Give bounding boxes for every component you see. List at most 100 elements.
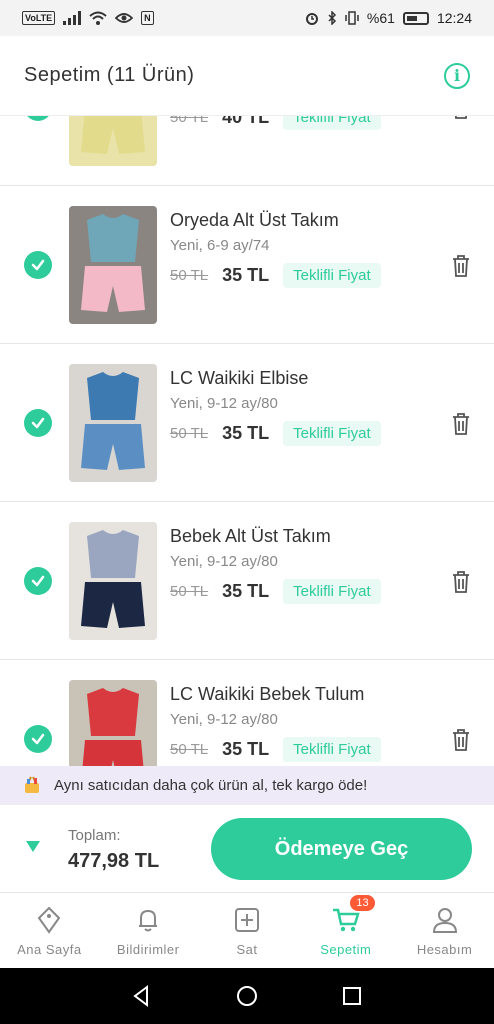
recents-icon[interactable] <box>340 984 364 1008</box>
product-condition-size: Yeni, 9-12 ay/80 <box>170 395 278 412</box>
product-image[interactable] <box>69 680 157 766</box>
product-image[interactable] <box>69 206 157 324</box>
nav-notifications-label: Bildirimler <box>116 942 180 957</box>
product-image[interactable] <box>69 116 157 166</box>
checkout-bar: Toplam: 477,98 TL Ödemeye Geç <box>0 804 494 892</box>
nav-home-label: Ana Sayfa <box>17 942 82 957</box>
new-price: 35 TL <box>222 739 270 759</box>
chevron-down-icon[interactable] <box>26 841 40 852</box>
trash-icon[interactable] <box>450 570 472 594</box>
offer-badge: Teklifli Fiyat <box>283 116 381 130</box>
checkout-button[interactable]: Ödemeye Geç <box>211 818 472 880</box>
nav-notifications[interactable]: Bildirimler <box>99 893 198 968</box>
product-image[interactable] <box>69 364 157 482</box>
bluetooth-icon <box>328 11 336 25</box>
photo-top <box>87 372 139 420</box>
product-condition-size: Yeni, 6-9 ay/74 <box>170 237 270 254</box>
old-price: 50 TL <box>170 741 209 758</box>
nfc-icon: N <box>141 11 154 25</box>
product-condition-size: Yeni, 9-12 ay/80 <box>170 553 278 570</box>
trash-icon[interactable] <box>450 116 472 120</box>
cart-item[interactable]: 50 TL 40 TL Teklifli Fiyat <box>0 116 494 186</box>
vibrate-icon <box>345 11 359 25</box>
photo-top <box>87 214 139 262</box>
total-label: Toplam: <box>68 827 121 844</box>
alarm-icon <box>305 13 318 25</box>
page-title: Sepetim (11 Ürün) <box>24 64 195 86</box>
nav-sell[interactable]: Sat <box>198 893 297 968</box>
selected-checkbox[interactable] <box>24 251 52 279</box>
battery-icon <box>402 11 429 25</box>
battery-percent: %61 <box>366 10 395 26</box>
cart-item[interactable]: Bebek Alt Üst Takım Yeni, 9-12 ay/80 50 … <box>0 502 494 660</box>
signal-icon <box>63 11 82 25</box>
status-bar: VoLTE N %61 12:24 <box>0 0 494 36</box>
cart-item[interactable]: Oryeda Alt Üst Takım Yeni, 6-9 ay/74 50 … <box>0 186 494 344</box>
selected-checkbox[interactable] <box>24 409 52 437</box>
selected-checkbox[interactable] <box>24 567 52 595</box>
photo-top <box>87 688 139 736</box>
product-title[interactable]: LC Waikiki Bebek Tulum <box>170 684 364 705</box>
offer-badge: Teklifli Fiyat <box>283 579 381 604</box>
new-price: 35 TL <box>222 423 270 443</box>
wifi-icon <box>89 11 107 25</box>
selected-checkbox[interactable] <box>24 725 52 753</box>
price-row: 50 TL 35 TL Teklifli Fiyat <box>170 263 381 288</box>
trash-icon[interactable] <box>450 412 472 436</box>
status-left: VoLTE N <box>22 11 154 25</box>
product-photo <box>69 364 157 482</box>
product-image[interactable] <box>69 522 157 640</box>
trash-icon[interactable] <box>450 728 472 752</box>
nav-cart[interactable]: 13 Sepetim <box>296 893 395 968</box>
old-price: 50 TL <box>170 267 209 284</box>
price-row: 50 TL 35 TL Teklifli Fiyat <box>170 421 381 446</box>
nav-sell-label: Sat <box>236 942 258 957</box>
check-icon <box>31 417 45 429</box>
cart-item[interactable]: LC Waikiki Elbise Yeni, 9-12 ay/80 50 TL… <box>0 344 494 502</box>
nav-account[interactable]: Hesabım <box>395 893 494 968</box>
price-row: 50 TL 40 TL Teklifli Fiyat <box>170 116 381 130</box>
new-price: 40 TL <box>222 116 270 127</box>
volte-badge: VoLTE <box>22 11 56 25</box>
home-icon[interactable] <box>235 984 259 1008</box>
offer-badge: Teklifli Fiyat <box>283 421 381 446</box>
bell-icon <box>139 909 158 932</box>
cart-list[interactable]: 50 TL 40 TL Teklifli Fiyat Oryeda Alt Üs… <box>0 116 494 766</box>
product-title[interactable]: Oryeda Alt Üst Takım <box>170 210 339 231</box>
bottom-nav: Ana Sayfa Bildirimler Sat 13 Sepetim Hes… <box>0 892 494 968</box>
eye-icon <box>115 13 134 23</box>
product-photo <box>69 522 157 640</box>
basket-icon <box>25 776 39 793</box>
price-row: 50 TL 35 TL Teklifli Fiyat <box>170 579 381 604</box>
product-condition-size: Yeni, 9-12 ay/80 <box>170 711 278 728</box>
trash-icon[interactable] <box>450 254 472 278</box>
nav-cart-label: Sepetim <box>320 942 372 957</box>
info-icon[interactable]: i <box>444 62 470 89</box>
home-tag-icon <box>38 906 61 934</box>
cart-list-inner: 50 TL 40 TL Teklifli Fiyat Oryeda Alt Üs… <box>0 116 494 766</box>
selected-checkbox[interactable] <box>24 116 52 121</box>
old-price: 50 TL <box>170 116 209 126</box>
clock: 12:24 <box>436 10 472 26</box>
promo-banner: Aynı satıcıdan daha çok ürün al, tek kar… <box>0 766 494 804</box>
check-icon <box>31 575 45 587</box>
product-title[interactable]: Bebek Alt Üst Takım <box>170 526 331 547</box>
cart-badge: 13 <box>350 895 375 911</box>
product-title[interactable]: LC Waikiki Elbise <box>170 368 308 389</box>
product-photo <box>69 680 157 766</box>
new-price: 35 TL <box>222 265 270 285</box>
android-nav-bar <box>0 968 494 1024</box>
cart-item[interactable]: LC Waikiki Bebek Tulum Yeni, 9-12 ay/80 … <box>0 660 494 766</box>
offer-badge: Teklifli Fiyat <box>283 263 381 288</box>
old-price: 50 TL <box>170 583 209 600</box>
total-value: 477,98 TL <box>68 850 160 872</box>
promo-text: Aynı satıcıdan daha çok ürün al, tek kar… <box>54 776 368 794</box>
nav-home[interactable]: Ana Sayfa <box>0 893 99 968</box>
check-icon <box>31 733 45 745</box>
nav-account-label: Hesabım <box>416 942 473 957</box>
back-icon[interactable] <box>130 984 154 1008</box>
product-photo <box>69 116 157 166</box>
photo-top <box>87 530 139 578</box>
new-price: 35 TL <box>222 581 270 601</box>
check-icon <box>31 259 45 271</box>
